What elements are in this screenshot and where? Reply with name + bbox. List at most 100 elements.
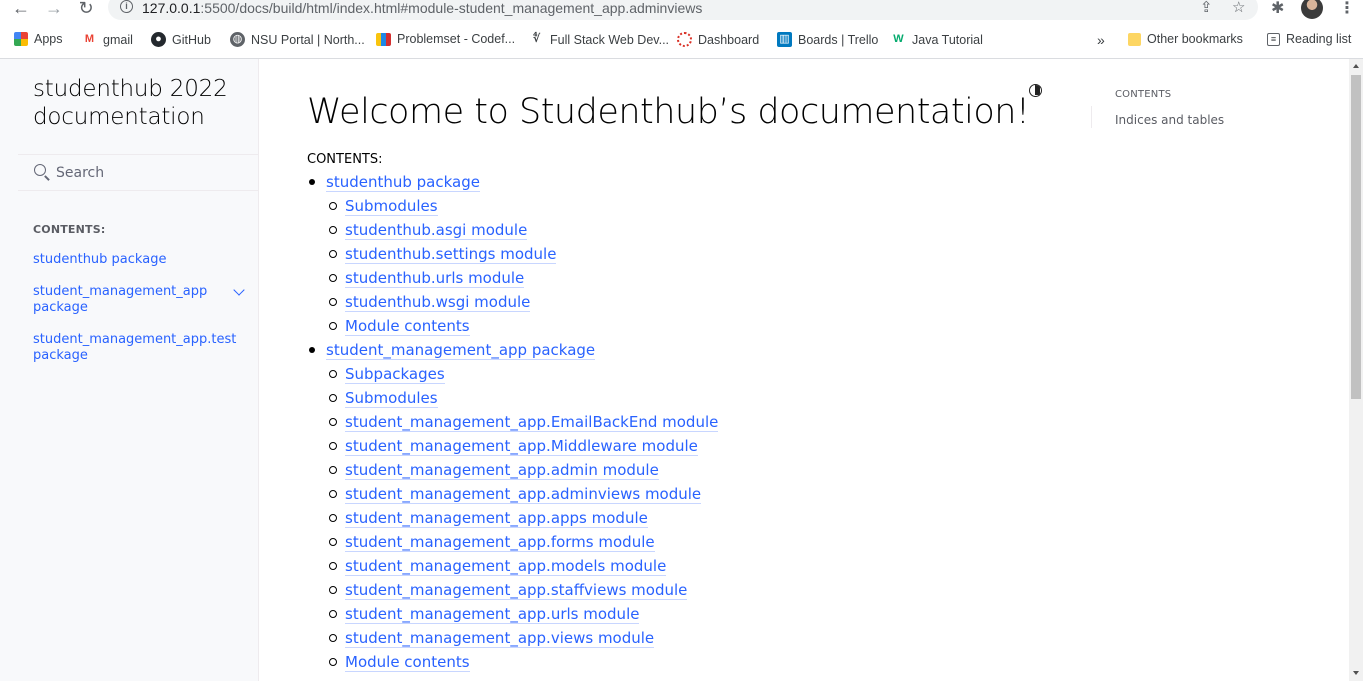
- toc-item: Subpackages: [307, 362, 718, 386]
- toc-link[interactable]: student_management_app.EmailBackEnd modu…: [345, 413, 719, 432]
- menu-kebab-icon[interactable]: ⋮: [1339, 0, 1355, 18]
- dashboard-icon: [677, 32, 692, 47]
- toc-item: studenthub.urls module: [307, 266, 718, 290]
- sidebar: studenthub 2022 documentation CONTENTS: …: [0, 59, 259, 681]
- page-toc-title: CONTENTS: [1115, 89, 1172, 100]
- page-toc-link-indices[interactable]: Indices and tables: [1115, 113, 1224, 127]
- reading-list-button[interactable]: ≡ Reading list: [1267, 32, 1351, 46]
- toc-link[interactable]: studenthub.settings module: [345, 245, 557, 264]
- url-path: :5500/docs/build/html/index.html#module-…: [200, 0, 703, 16]
- toc-link[interactable]: studenthub.asgi module: [345, 221, 528, 240]
- profile-avatar[interactable]: [1301, 0, 1323, 19]
- browser-toolbar: ← → ↻ i 127.0.0.1:5500/docs/build/html/i…: [0, 0, 1363, 20]
- toc-link[interactable]: student_management_app.apps module: [345, 509, 648, 528]
- toc-link[interactable]: Module contents: [345, 653, 470, 672]
- toc-link[interactable]: student_management_app.forms module: [345, 533, 655, 552]
- w3schools-icon: W: [893, 33, 904, 45]
- chevron-down-icon[interactable]: [233, 284, 245, 296]
- page-title: Welcome to Studenthub’s documentation!: [307, 92, 1030, 132]
- bookmark-label: GitHub: [172, 32, 211, 47]
- toc-item: studenthub.asgi module: [307, 218, 718, 242]
- toc-item: student_management_app.EmailBackEnd modu…: [307, 410, 719, 434]
- toc-link[interactable]: Subpackages: [345, 365, 445, 384]
- toc-list: studenthub package Submodules studenthub.a…: [307, 170, 719, 674]
- bookmark-github[interactable]: ● GitHub: [151, 32, 211, 47]
- apps-grid-icon: [14, 32, 28, 46]
- toc-link[interactable]: Submodules: [345, 389, 438, 408]
- url-text[interactable]: 127.0.0.1:5500/docs/build/html/index.htm…: [142, 0, 702, 16]
- bookmark-label: NSU Portal | North...: [251, 32, 365, 47]
- toc-link[interactable]: student_management_app package: [326, 341, 596, 360]
- bookmark-trello[interactable]: ▥ Boards | Trello: [777, 32, 878, 47]
- sidebar-item-studenthub-package[interactable]: studenthub package: [33, 252, 223, 268]
- search-input[interactable]: [56, 163, 246, 183]
- toc-item: Submodules: [307, 386, 718, 410]
- bookmark-full-stack[interactable]: ∜ Full Stack Web Dev...: [529, 32, 669, 47]
- share-icon[interactable]: ⇪: [1200, 0, 1213, 16]
- page-scrollbar[interactable]: [1349, 59, 1363, 681]
- trello-icon: ▥: [777, 32, 792, 47]
- toc-item: student_management_app.staffviews module: [307, 578, 718, 602]
- star-icon[interactable]: ☆: [1232, 0, 1245, 16]
- url-host: 127.0.0.1: [142, 0, 201, 16]
- scroll-down-icon[interactable]: [1353, 671, 1359, 675]
- bookmark-label: Apps: [34, 32, 63, 46]
- theme-toggle-icon[interactable]: [1029, 84, 1042, 97]
- toc-item: student_management_app.urls module: [307, 602, 718, 626]
- bookmark-other-bookmarks[interactable]: Other bookmarks: [1128, 32, 1243, 46]
- toc-link[interactable]: studenthub.urls module: [345, 269, 525, 288]
- main-content: Welcome to Studenthub’s documentation! C…: [259, 59, 1089, 681]
- address-bar[interactable]: i 127.0.0.1:5500/docs/build/html/index.h…: [108, 0, 1258, 20]
- reload-icon[interactable]: ↻: [76, 0, 96, 18]
- toc-link[interactable]: student_management_app.adminviews module: [345, 485, 702, 504]
- toc-link[interactable]: studenthub package: [326, 173, 480, 192]
- toc-link[interactable]: Module contents: [345, 317, 470, 336]
- toc-link[interactable]: studenthub.wsgi module: [345, 293, 531, 312]
- bookmark-label: Dashboard: [698, 32, 760, 47]
- bookmark-gmail[interactable]: M gmail: [82, 32, 133, 47]
- toc-caption: CONTENTS:: [307, 152, 383, 167]
- bookmarks-overflow-button[interactable]: »: [1097, 32, 1105, 48]
- github-icon: ●: [151, 32, 166, 47]
- sidebar-brand[interactable]: studenthub 2022 documentation: [33, 75, 233, 131]
- toc-link[interactable]: student_management_app.staffviews module: [345, 581, 688, 600]
- toc-link[interactable]: student_management_app.Middleware module: [345, 437, 698, 456]
- toc-item: Module contents: [307, 314, 718, 338]
- bookmark-dashboard[interactable]: Dashboard: [677, 32, 759, 47]
- bookmarks-bar: Apps M gmail ● GitHub ◍ NSU Portal | Nor…: [0, 28, 1363, 52]
- toc-link[interactable]: student_management_app.views module: [345, 629, 655, 648]
- toc-link[interactable]: student_management_app.urls module: [345, 605, 640, 624]
- page-toc-rail: [1091, 106, 1092, 128]
- bookmark-apps[interactable]: Apps: [14, 32, 63, 46]
- scrollbar-thumb[interactable]: [1351, 75, 1361, 399]
- scroll-up-icon[interactable]: [1353, 64, 1359, 68]
- bookmark-label: Java Tutorial: [912, 32, 983, 47]
- bookmark-java-tutorial[interactable]: W Java Tutorial: [891, 32, 983, 47]
- reading-list-label: Reading list: [1286, 32, 1352, 46]
- toc-item: student_management_app.adminviews module: [307, 482, 718, 506]
- forward-arrow-icon[interactable]: →: [44, 0, 64, 18]
- toc-link[interactable]: student_management_app.admin module: [345, 461, 659, 480]
- toc-item: studenthub.settings module: [307, 242, 718, 266]
- back-arrow-icon[interactable]: ←: [11, 0, 31, 18]
- extensions-puzzle-icon[interactable]: ✱: [1271, 0, 1284, 18]
- toc-item: studenthub.wsgi module: [307, 290, 718, 314]
- bookmark-label: Full Stack Web Dev...: [550, 32, 670, 47]
- toc-item: studenthub package: [307, 170, 718, 194]
- bookmark-label: Other bookmarks: [1147, 32, 1243, 46]
- toc-item: student_management_app.admin module: [307, 458, 718, 482]
- toc-link[interactable]: student_management_app.models module: [345, 557, 667, 576]
- bookmark-nsu-portal[interactable]: ◍ NSU Portal | North...: [230, 32, 365, 47]
- sidebar-search: [18, 154, 258, 191]
- bookmark-codeforces[interactable]: Problemset - Codef...: [376, 32, 515, 46]
- sidebar-item-student-management-app-test-package[interactable]: student_management_app.test package: [33, 332, 236, 364]
- folder-icon: [1128, 32, 1141, 46]
- toc-link[interactable]: Submodules: [345, 197, 438, 216]
- toc-item: Module contents: [307, 650, 718, 674]
- page-toc: CONTENTS Indices and tables: [1091, 59, 1349, 681]
- bookmark-label: Boards | Trello: [798, 32, 879, 47]
- bookmark-favicon-icon: ∜: [532, 33, 541, 45]
- sidebar-item-student-management-app-package[interactable]: student_management_app package: [33, 284, 223, 316]
- site-info-icon[interactable]: i: [120, 0, 133, 13]
- codeforces-icon: [376, 32, 391, 46]
